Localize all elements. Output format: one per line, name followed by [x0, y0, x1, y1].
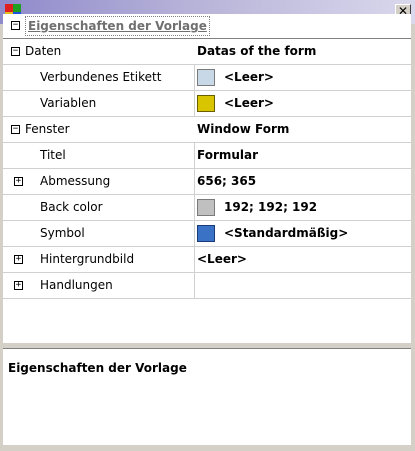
property-row-hintergrundbild[interactable]: + Hintergrundbild <Leer>	[3, 247, 411, 273]
category-value: Datas of the form	[197, 44, 317, 58]
property-grid: − Daten Datas of the form Verbundenes Et…	[3, 38, 411, 343]
property-value[interactable]: <Leer>	[197, 247, 411, 272]
property-name: Titel	[28, 143, 195, 168]
property-value[interactable]: <Leer>	[197, 65, 411, 90]
expand-icon[interactable]: +	[14, 255, 23, 264]
value-text: <Leer>	[224, 96, 274, 110]
property-name: Back color	[28, 195, 195, 220]
property-row-abmessung[interactable]: + Abmessung 656; 365	[3, 169, 411, 195]
property-row-variablen[interactable]: Variablen <Leer>	[3, 91, 411, 117]
property-row-titel[interactable]: Titel Formular	[3, 143, 411, 169]
category-label: Daten	[25, 44, 62, 58]
collapse-icon[interactable]: −	[11, 21, 20, 30]
property-name: Abmessung	[28, 169, 195, 194]
category-label: Fenster	[25, 122, 70, 136]
collapse-icon[interactable]: −	[11, 125, 20, 134]
property-name: Variablen	[28, 91, 195, 116]
color-swatch	[197, 199, 215, 216]
category-value: Window Form	[197, 122, 290, 136]
property-row-symbol[interactable]: Symbol <Standardmäßig>	[3, 221, 411, 247]
expand-icon[interactable]: +	[14, 177, 23, 186]
property-name: Verbundenes Etikett	[28, 65, 195, 90]
category-row-fenster[interactable]: − Fenster Window Form	[3, 117, 411, 143]
property-value[interactable]: <Leer>	[197, 91, 411, 116]
expand-icon[interactable]: +	[14, 281, 23, 290]
property-name: Symbol	[28, 221, 195, 246]
collapse-icon[interactable]: −	[11, 47, 20, 56]
label-icon	[197, 69, 215, 86]
property-row-back-color[interactable]: Back color 192; 192; 192	[3, 195, 411, 221]
variable-icon	[197, 95, 215, 112]
property-value[interactable]: Formular	[197, 143, 411, 168]
category-row-daten[interactable]: − Daten Datas of the form	[3, 39, 411, 65]
value-text: <Standardmäßig>	[224, 226, 349, 240]
property-window: ✕ − Eigenschaften der Vorlage − Daten Da…	[0, 0, 415, 451]
property-row-handlungen[interactable]: + Handlungen	[3, 273, 411, 299]
description-title: Eigenschaften der Vorlage	[8, 361, 187, 375]
property-row-verbundenes-etikett[interactable]: Verbundenes Etikett <Leer>	[3, 65, 411, 91]
object-header: − Eigenschaften der Vorlage	[3, 14, 411, 38]
property-value[interactable]	[197, 273, 411, 298]
property-name: Hintergrundbild	[28, 247, 195, 272]
property-value[interactable]: <Standardmäßig>	[197, 221, 411, 246]
value-text: 192; 192; 192	[224, 200, 318, 214]
description-panel: Eigenschaften der Vorlage	[3, 348, 411, 445]
property-value[interactable]: 656; 365	[197, 169, 411, 194]
value-text: <Leer>	[224, 70, 274, 84]
property-value[interactable]: 192; 192; 192	[197, 195, 411, 220]
object-title[interactable]: Eigenschaften der Vorlage	[25, 16, 210, 36]
form-symbol-icon	[197, 225, 215, 242]
property-name: Handlungen	[28, 273, 195, 298]
